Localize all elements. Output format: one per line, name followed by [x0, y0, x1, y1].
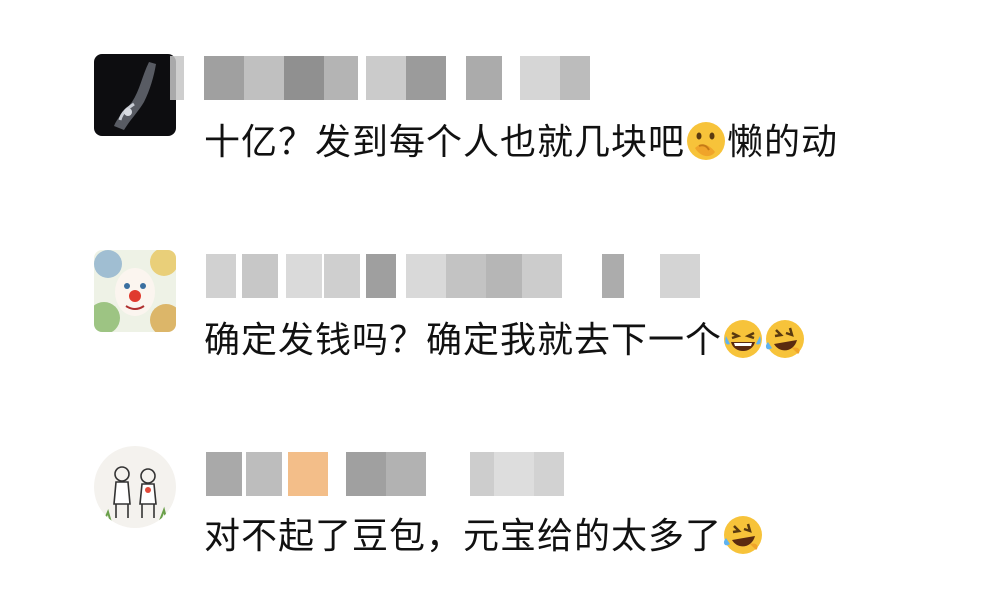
rolling-laughing-icon: [722, 514, 764, 556]
avatar[interactable]: [94, 250, 176, 332]
username-obscured: [170, 254, 700, 298]
comment-text: 对不起了豆包，元宝给的太多了: [204, 514, 764, 559]
avatar-image: [94, 54, 176, 136]
comment-text-main: 对不起了豆包，元宝给的太多了: [204, 516, 723, 557]
comment-text: 十亿？发到每个人也就几块吧 懒的动: [204, 120, 838, 165]
comment-text: 确定发钱吗？确定我就去下一个: [204, 318, 806, 363]
comment-item: 十亿？发到每个人也就几块吧 懒的动: [0, 48, 986, 168]
comment-item: 确定发钱吗？确定我就去下一个: [0, 244, 986, 364]
thinking-face-icon: [685, 120, 727, 162]
avatar-image: [94, 250, 176, 332]
username-obscured: [170, 56, 610, 100]
username-obscured: [170, 452, 610, 496]
avatar[interactable]: [94, 54, 176, 136]
avatar-image: [94, 446, 176, 528]
comment-item: 对不起了豆包，元宝给的太多了: [0, 440, 986, 560]
avatar[interactable]: [94, 446, 176, 528]
comment-text-main: 十亿？发到每个人也就几块吧: [204, 122, 686, 163]
rolling-laughing-icon: [764, 318, 806, 360]
comment-text-main: 确定发钱吗？确定我就去下一个: [204, 320, 723, 361]
comment-text-tail: 懒的动: [727, 122, 839, 163]
laughing-tears-icon: [722, 318, 764, 360]
